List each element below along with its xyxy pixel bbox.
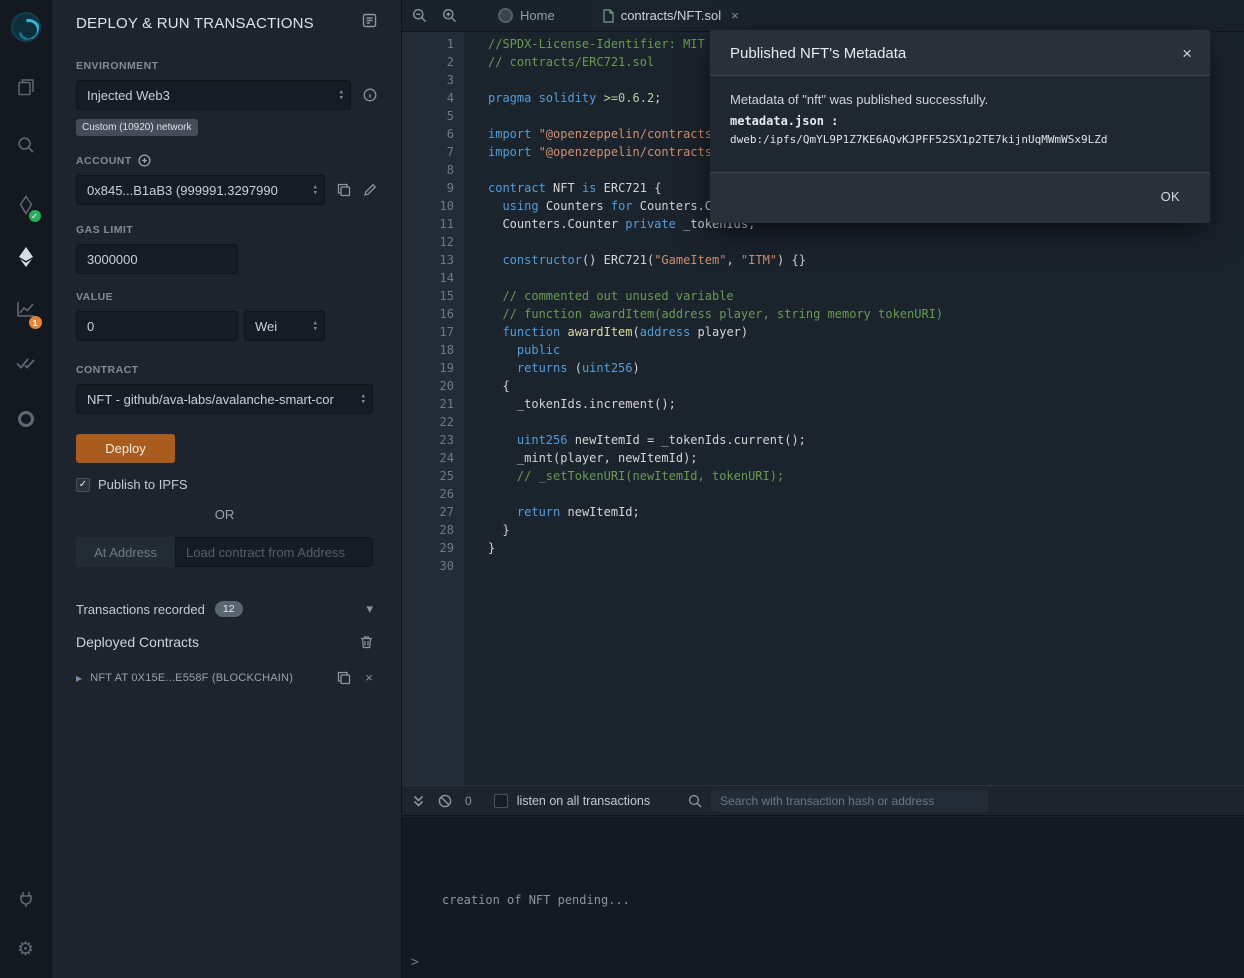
- edit-account-icon[interactable]: [363, 183, 377, 197]
- value-label: VALUE: [76, 291, 377, 303]
- plug-icon: [17, 890, 35, 908]
- ipfs-url: dweb:/ipfs/QmYL9P1Z7KE6AQvKJPFF52SX1p2TE…: [730, 133, 1190, 146]
- sidebar-item-debugger[interactable]: [9, 402, 43, 436]
- remove-contract-icon[interactable]: ×: [365, 670, 373, 685]
- activity-bar: ✓ 1 ⚙: [0, 0, 52, 978]
- trash-icon[interactable]: [360, 635, 373, 649]
- terminal-log-line: creation of NFT pending...: [442, 893, 630, 907]
- sidebar-item-deploy-run[interactable]: [9, 240, 43, 274]
- transactions-count-badge: 12: [215, 601, 243, 617]
- clear-console-icon[interactable]: [438, 794, 452, 808]
- listen-transactions-label: listen on all transactions: [517, 794, 650, 808]
- ok-button[interactable]: OK: [1161, 189, 1180, 204]
- at-address-input[interactable]: [175, 537, 373, 567]
- value-unit-select[interactable]: Wei ▴▾: [244, 311, 325, 341]
- file-explorer-icon: [16, 77, 36, 97]
- network-badge: Custom (10920) network: [76, 119, 198, 136]
- gutter: 1234567891011121314151617181920212223242…: [402, 32, 464, 785]
- deploy-button[interactable]: Deploy: [76, 434, 175, 463]
- zoom-out-icon[interactable]: [412, 8, 427, 23]
- copy-account-icon[interactable]: [337, 183, 351, 197]
- deploy-run-icon: [17, 246, 35, 268]
- or-divider: OR: [76, 507, 373, 522]
- publish-ipfs-label: Publish to IPFS: [98, 477, 188, 492]
- analytics-notification-badge: 1: [29, 316, 42, 329]
- terminal-toolbar: 0 listen on all transactions: [402, 785, 1244, 816]
- add-account-icon[interactable]: [138, 154, 151, 167]
- close-tab-icon[interactable]: ×: [731, 8, 739, 23]
- sidebar-item-plugin-manager[interactable]: [9, 882, 43, 916]
- active-tab-label: contracts/NFT.sol: [621, 8, 721, 23]
- account-value: 0x845...B1aB3 (999991.3297990: [87, 183, 278, 198]
- remix-logo[interactable]: [9, 10, 43, 44]
- gas-limit-input[interactable]: [76, 244, 238, 274]
- solidity-file-icon: [603, 9, 614, 23]
- compiler-success-badge: ✓: [29, 210, 41, 222]
- transactions-recorded-label: Transactions recorded: [76, 602, 205, 617]
- gas-limit-label: GAS LIMIT: [76, 224, 377, 236]
- value-input[interactable]: [76, 311, 238, 341]
- sidebar-item-search[interactable]: [9, 128, 43, 162]
- environment-label: ENVIRONMENT: [76, 60, 377, 72]
- remix-logo-icon: [11, 12, 41, 42]
- panel-title: DEPLOY & RUN TRANSACTIONS: [76, 15, 314, 32]
- expand-contract-icon[interactable]: ▸: [76, 671, 82, 685]
- copy-contract-icon[interactable]: [337, 671, 351, 685]
- tab-nft-sol[interactable]: contracts/NFT.sol ×: [590, 0, 752, 31]
- sidebar-item-analytics[interactable]: 1: [9, 292, 43, 326]
- home-tab-icon: [498, 8, 513, 23]
- double-check-icon: [15, 355, 37, 371]
- terminal: 0 listen on all transactions creation of…: [402, 785, 1244, 978]
- modal-title: Published NFT's Metadata: [730, 45, 906, 62]
- deploy-run-panel: DEPLOY & RUN TRANSACTIONS ENVIRONMENT In…: [52, 0, 402, 978]
- terminal-output[interactable]: creation of NFT pending... >: [402, 817, 1244, 978]
- deployed-contract-label: NFT AT 0X15E...E558F (BLOCKCHAIN): [90, 672, 293, 684]
- home-tab-label: Home: [520, 8, 555, 23]
- gear-icon: ⚙: [17, 940, 34, 959]
- transactions-chevron-icon[interactable]: ▾: [366, 601, 373, 617]
- terminal-prompt[interactable]: >: [411, 955, 419, 970]
- tab-bar: Home contracts/NFT.sol ×: [402, 0, 1244, 32]
- deployed-contracts-label: Deployed Contracts: [76, 634, 199, 650]
- published-metadata-modal: Published NFT's Metadata × Metadata of "…: [710, 30, 1210, 223]
- environment-info-icon[interactable]: [363, 88, 377, 102]
- sidebar-item-settings[interactable]: ⚙: [9, 932, 43, 966]
- search-icon: [16, 135, 36, 155]
- pending-count: 0: [465, 794, 472, 808]
- analytics-icon: [16, 300, 36, 318]
- modal-close-icon[interactable]: ×: [1182, 45, 1192, 62]
- account-select[interactable]: 0x845...B1aB3 (999991.3297990 ▴▾: [76, 175, 325, 205]
- terminal-collapse-icon[interactable]: [412, 794, 425, 808]
- terminal-search-icon: [688, 794, 702, 808]
- tab-home[interactable]: Home: [485, 0, 568, 31]
- metadata-file-label: metadata.json :: [730, 114, 1190, 128]
- account-label: ACCOUNT: [76, 155, 132, 167]
- sidebar-item-solidity-compiler[interactable]: ✓: [9, 188, 43, 222]
- contract-label: CONTRACT: [76, 364, 377, 376]
- at-address-button[interactable]: At Address: [76, 537, 175, 567]
- listen-transactions-checkbox[interactable]: [494, 794, 508, 808]
- environment-value: Injected Web3: [87, 88, 170, 103]
- ring-icon: [17, 410, 35, 428]
- zoom-in-icon[interactable]: [442, 8, 457, 23]
- deployed-contract-item[interactable]: ▸ NFT AT 0X15E...E558F (BLOCKCHAIN) ×: [76, 670, 373, 685]
- terminal-search-input[interactable]: [711, 790, 988, 812]
- contract-select[interactable]: NFT - github/ava-labs/avalanche-smart-co…: [76, 384, 373, 414]
- docs-icon[interactable]: [362, 13, 377, 33]
- sidebar-item-unit-testing[interactable]: [9, 346, 43, 380]
- environment-select[interactable]: Injected Web3 ▴▾: [76, 80, 351, 110]
- publish-ipfs-checkbox[interactable]: ✓: [76, 478, 90, 492]
- modal-message: Metadata of "nft" was published successf…: [730, 92, 1190, 107]
- value-unit: Wei: [255, 319, 277, 334]
- sidebar-item-file-explorer[interactable]: [9, 70, 43, 104]
- contract-value: NFT - github/ava-labs/avalanche-smart-co…: [87, 392, 334, 407]
